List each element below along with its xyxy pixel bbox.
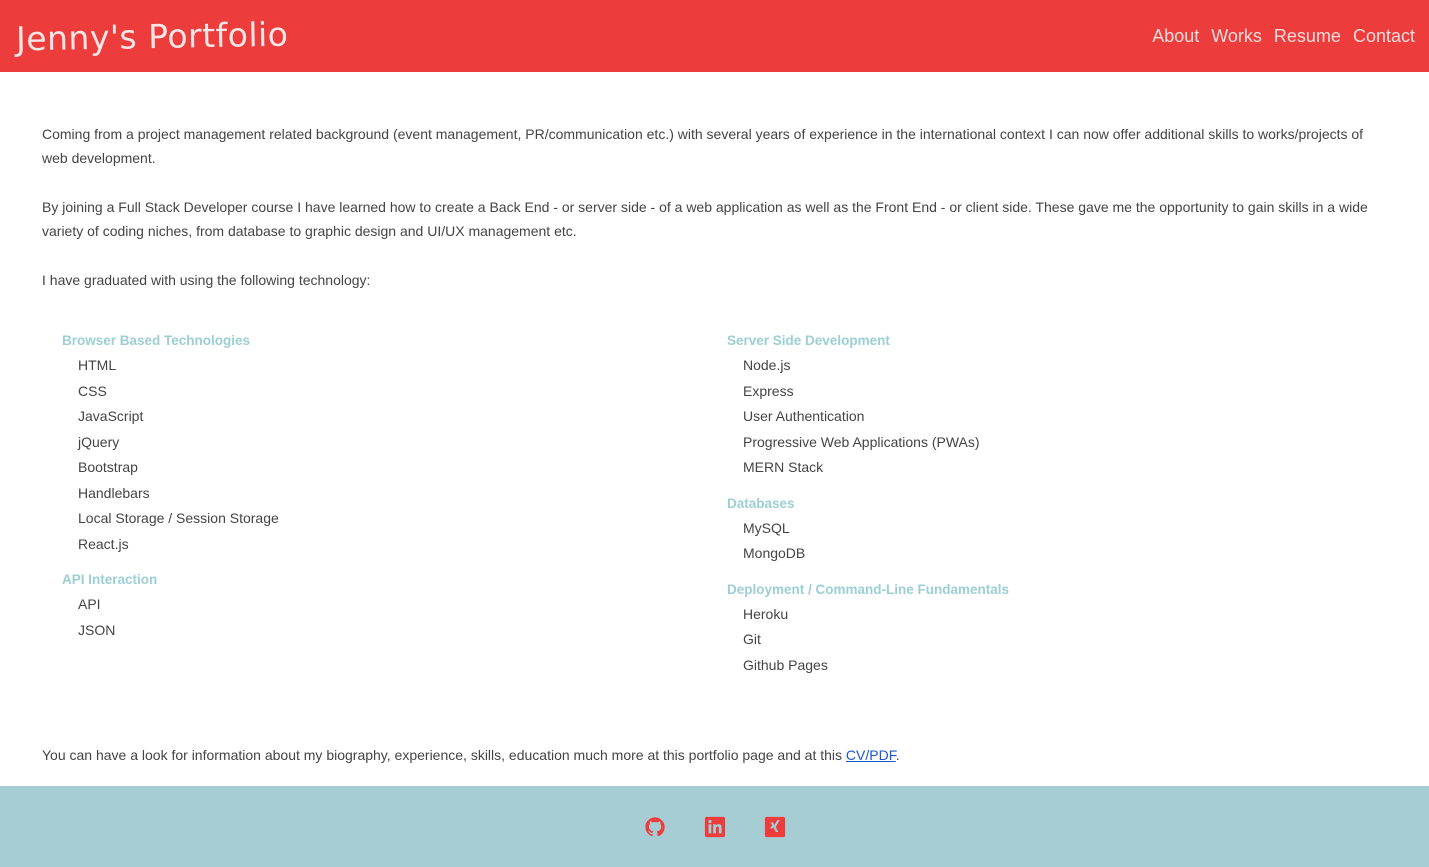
right-column: Server Side Development Node.js Express … [727,331,1392,691]
about-content: Coming from a project management related… [42,122,1392,792]
group-title: Server Side Development [727,333,890,348]
tech-group: API Interaction API JSON [62,570,727,643]
list-item: Local Storage / Session Storage [78,510,279,526]
list-item: React.js [78,535,129,552]
list-item: Handlebars [78,484,150,501]
course-paragraph: By joining a Full Stack Developer course… [42,199,1368,239]
list-item: JavaScript [78,408,144,424]
xing-icon[interactable] [764,816,786,838]
list-item: jQuery [78,433,120,450]
nav-contact[interactable]: Contact [1353,26,1415,47]
closing-paragraph: You can have a look for information abou… [42,743,1392,767]
left-column: Browser Based Technologies HTML CSS Java… [62,331,727,691]
list-item: JSON [78,621,116,638]
nav-resume[interactable]: Resume [1274,26,1341,47]
graduated-paragraph: I have graduated with using the followin… [42,272,371,288]
group-title: API Interaction [62,572,158,587]
list-item: Bootstrap [78,459,138,475]
site-header: Jenny's Portfolio About Works Resume Con… [0,0,1429,72]
tech-list: API JSON [62,592,727,643]
group-title: Databases [727,495,795,511]
github-icon[interactable] [644,816,666,838]
tech-group: Deployment / Command-Line Fundamentals H… [727,580,1392,679]
list-item: Express [743,382,794,399]
nav-works[interactable]: Works [1211,26,1262,47]
list-item: Git [743,631,761,647]
cv-pdf-link[interactable]: CV/PDF [846,747,896,763]
tech-list: MySQL MongoDB [727,516,1392,567]
tech-group: Server Side Development Node.js Express … [727,331,1392,481]
list-item: HTML [78,357,117,373]
main-nav: About Works Resume Contact [1152,26,1415,47]
tech-list: HTML CSS JavaScript jQuery Bootstrap Han… [62,353,727,557]
list-item: MySQL [743,519,790,536]
group-title: Browser Based Technologies [62,333,251,348]
list-item: Progressive Web Applications (PWAs) [743,433,980,450]
tech-list: Node.js Express User Authentication Prog… [727,353,1392,481]
tech-list: Heroku Git Github Pages [727,602,1392,679]
tech-group: Databases MySQL MongoDB [727,494,1392,567]
list-item: User Authentication [743,408,865,424]
site-footer [0,786,1429,867]
list-item: API [78,596,101,612]
group-title: Deployment / Command-Line Fundamentals [727,581,1010,597]
list-item: MERN Stack [743,459,824,475]
intro-paragraph: Coming from a project management related… [42,126,1364,166]
list-item: CSS [78,382,107,399]
nav-about[interactable]: About [1152,26,1199,47]
list-item: Github Pages [743,656,828,673]
linkedin-icon[interactable] [704,816,726,838]
list-item: Heroku [743,605,789,622]
tech-group: Browser Based Technologies HTML CSS Java… [62,331,727,557]
closing-text: You can have a look for information abou… [42,747,846,763]
list-item: MongoDB [743,545,806,561]
technology-columns: Browser Based Technologies HTML CSS Java… [42,331,1392,691]
brand-logo[interactable]: Jenny's Portfolio [16,14,289,58]
closing-end: . [895,747,900,763]
list-item: Node.js [743,357,791,373]
